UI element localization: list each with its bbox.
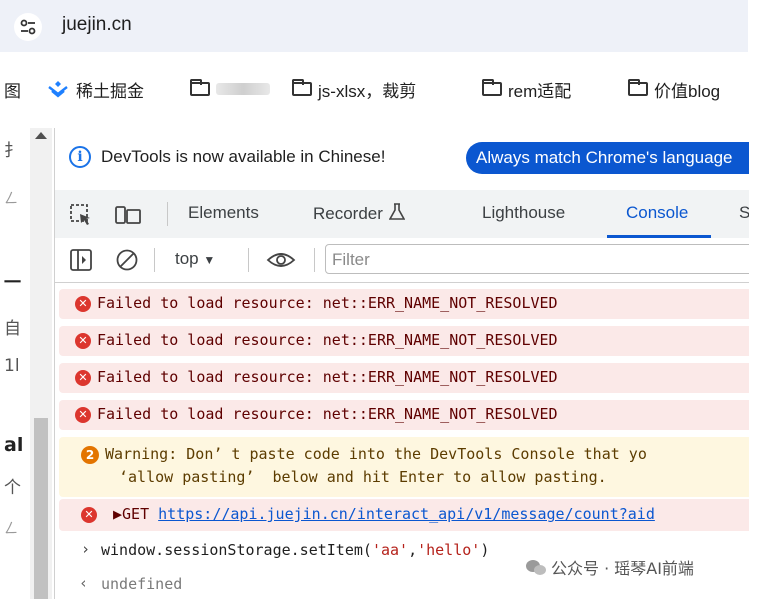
code-text: , xyxy=(408,541,418,559)
wechat-icon xyxy=(526,560,546,575)
divider xyxy=(167,202,168,226)
tab-elements[interactable]: Elements xyxy=(188,203,259,223)
tab-recorder[interactable]: Recorder xyxy=(313,203,406,224)
page-scrollbar[interactable] xyxy=(30,128,52,599)
bookmark-folder-rem[interactable]: rem适配 xyxy=(482,76,571,102)
page-text: ㄥ xyxy=(4,191,18,207)
page-text: 自 xyxy=(4,319,21,339)
prompt-chevron-icon: › xyxy=(81,540,91,558)
error-icon: ✕ xyxy=(75,407,91,423)
error-text: Failed to load resource: net::ERR_NAME_N… xyxy=(97,294,558,312)
warning-text-line1: Warning: Don’ t paste code into the DevT… xyxy=(105,445,647,463)
bookmark-juejin[interactable]: 稀土掘金 xyxy=(46,76,144,102)
bookmark-folder-blog[interactable]: 价值blog xyxy=(628,76,720,102)
watermark: 公众号 · 瑶琴AI前端 xyxy=(525,555,694,579)
address-bar[interactable]: juejin.cn xyxy=(0,0,748,52)
code-text: window.sessionStorage.setItem( xyxy=(101,541,372,559)
code-string: 'aa' xyxy=(371,541,409,559)
code-text: ) xyxy=(480,541,490,559)
filter-box[interactable] xyxy=(325,244,749,275)
scroll-up-arrow-icon[interactable] xyxy=(35,132,47,139)
bookmark-folder-js-xlsx[interactable]: js-xlsx，裁剪 xyxy=(292,76,416,102)
info-icon: i xyxy=(69,146,91,168)
console-error-row[interactable]: ✕ Failed to load resource: net::ERR_NAME… xyxy=(59,326,749,356)
result-arrow-icon: ‹ xyxy=(79,574,89,592)
tab-console[interactable]: Console xyxy=(626,203,688,223)
page-text: 个 xyxy=(4,478,21,498)
folder-icon xyxy=(292,79,312,96)
match-language-button[interactable]: Always match Chrome's language xyxy=(466,142,749,174)
watermark-text: 公众号 · 瑶琴AI前端 xyxy=(551,559,694,578)
page-text: 扌 xyxy=(4,141,21,161)
context-selector[interactable]: top ▼ xyxy=(175,249,215,269)
page-text: ㄥ xyxy=(4,521,18,537)
inspect-element-icon[interactable] xyxy=(69,203,93,227)
bookmarks-bar: 图 稀土掘金 js-xlsx，裁剪 rem适配 价值blog xyxy=(0,52,781,128)
error-text: Failed to load resource: net::ERR_NAME_N… xyxy=(97,405,558,423)
site-info-icon[interactable] xyxy=(14,13,42,41)
bookmark-label: 图 xyxy=(4,81,21,101)
error-icon: ✕ xyxy=(75,333,91,349)
warning-text-line2: ‘allow pasting’ below and hit Enter to a… xyxy=(119,468,607,486)
tab-sources-partial[interactable]: S xyxy=(739,203,749,223)
url-text[interactable]: juejin.cn xyxy=(62,14,132,36)
clear-console-icon[interactable] xyxy=(115,248,139,272)
bookmark-label: 价值blog xyxy=(654,81,721,101)
folder-icon xyxy=(482,79,502,96)
device-toolbar-icon[interactable] xyxy=(115,204,141,226)
result-value: undefined xyxy=(101,575,183,593)
divider xyxy=(154,248,155,272)
error-icon: ✕ xyxy=(75,370,91,386)
error-icon: ✕ xyxy=(75,296,91,312)
filter-input[interactable] xyxy=(326,245,749,275)
error-icon: ✕ xyxy=(81,507,97,523)
devtools-panel: i DevTools is now available in Chinese! … xyxy=(54,128,749,599)
divider xyxy=(248,248,249,272)
flask-icon xyxy=(388,203,406,220)
juejin-logo-icon xyxy=(48,81,68,98)
bookmark-label: rem适配 xyxy=(508,81,572,101)
console-toolbar: top ▼ xyxy=(55,238,749,283)
console-error-row[interactable]: ✕ Failed to load resource: net::ERR_NAME… xyxy=(59,363,749,393)
console-error-row[interactable]: ✕ Failed to load resource: net::ERR_NAME… xyxy=(59,289,749,319)
console-network-error-row[interactable]: ✕ ▶GET https://api.juejin.cn/interact_ap… xyxy=(59,499,749,531)
tab-label: Recorder xyxy=(313,204,383,223)
page-text: al xyxy=(4,434,24,456)
scrollbar-thumb[interactable] xyxy=(34,418,48,599)
warning-count-badge: 2 xyxy=(81,446,99,464)
blurred-label xyxy=(216,83,270,95)
chevron-down-icon: ▼ xyxy=(203,253,216,267)
live-expression-eye-icon[interactable] xyxy=(266,250,296,270)
console-error-row[interactable]: ✕ Failed to load resource: net::ERR_NAME… xyxy=(59,400,749,430)
page-text: 一 xyxy=(4,273,21,293)
error-text: Failed to load resource: net::ERR_NAME_N… xyxy=(97,368,558,386)
bookmark-folder-blurred[interactable] xyxy=(190,76,270,102)
context-label: top xyxy=(175,249,199,268)
request-method: ▶GET xyxy=(113,505,159,523)
bookmark-label: 稀土掘金 xyxy=(76,81,144,101)
page-text: 1l xyxy=(4,356,20,376)
tab-lighthouse[interactable]: Lighthouse xyxy=(482,203,565,223)
expand-request[interactable]: ▶GET https://api.juejin.cn/interact_api/… xyxy=(113,505,655,523)
devtools-info-bar: i DevTools is now available in Chinese! … xyxy=(55,128,749,190)
divider xyxy=(314,248,315,272)
devtools-tab-bar: Elements Recorder Lighthouse Console S xyxy=(55,190,749,239)
request-url-link[interactable]: https://api.juejin.cn/interact_api/v1/me… xyxy=(158,505,655,523)
console-warning-row[interactable]: 2 Warning: Don’ t paste code into the De… xyxy=(59,437,749,497)
code-string: 'hello' xyxy=(417,541,481,559)
bookmark-label: js-xlsx，裁剪 xyxy=(318,81,417,101)
error-text: Failed to load resource: net::ERR_NAME_N… xyxy=(97,331,558,349)
page-content-fragment: 扌 ㄥ 一 自 1l al 个 ㄥ xyxy=(0,128,30,599)
folder-icon xyxy=(628,79,648,96)
info-message: DevTools is now available in Chinese! xyxy=(101,147,386,166)
bookmark-cut-off[interactable]: 图 xyxy=(4,76,21,102)
sidebar-toggle-icon[interactable] xyxy=(70,249,92,271)
folder-icon xyxy=(190,79,210,96)
